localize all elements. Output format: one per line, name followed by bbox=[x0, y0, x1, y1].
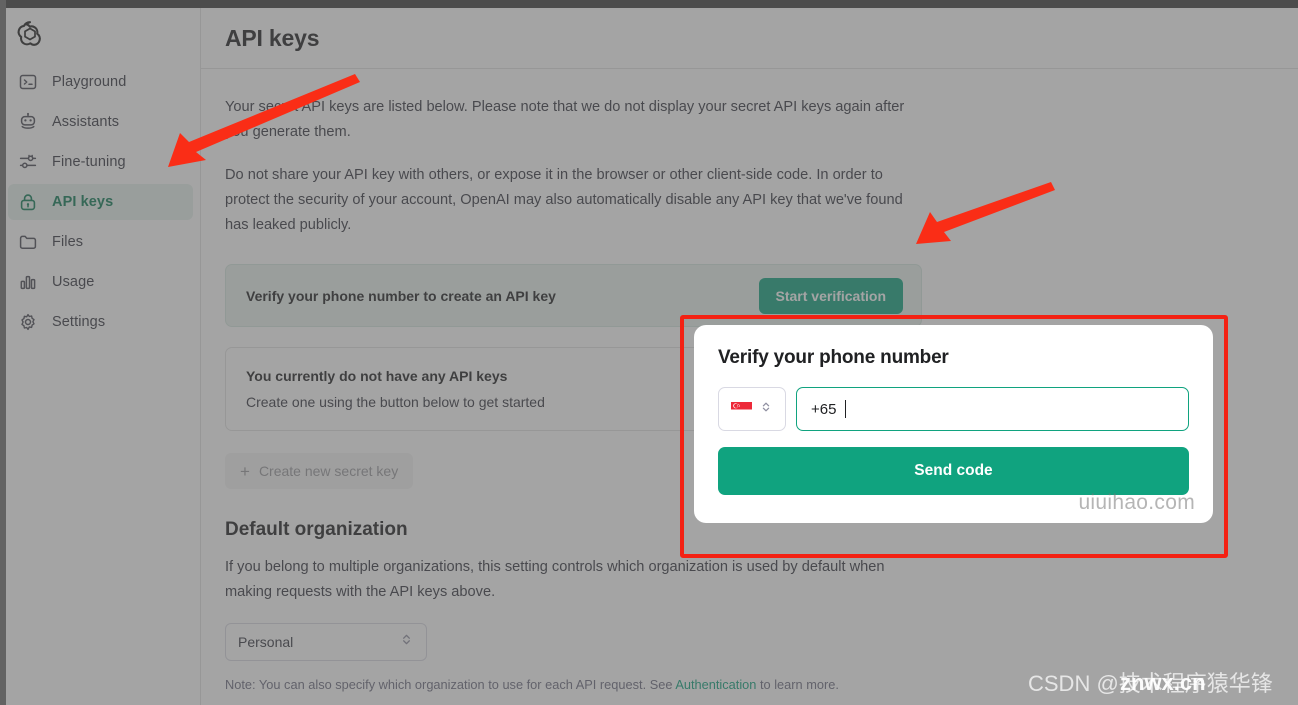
start-verification-button[interactable]: Start verification bbox=[758, 277, 903, 314]
singapore-flag-icon bbox=[731, 401, 752, 417]
intro-paragraph-1: Your secret API keys are listed below. P… bbox=[225, 99, 905, 140]
intro-paragraph-2: Do not share your API key with others, o… bbox=[225, 167, 903, 233]
note-suffix: to learn more. bbox=[756, 677, 839, 692]
default-organization-select[interactable]: Personal bbox=[225, 623, 427, 661]
screenshot-root: Playground Assistants Fine-tuning API ke… bbox=[0, 0, 1298, 705]
robot-icon bbox=[18, 112, 38, 132]
phone-entry-row: +65 bbox=[718, 387, 1189, 431]
sidebar-item-settings[interactable]: Settings bbox=[8, 304, 193, 340]
sidebar-item-assistants[interactable]: Assistants bbox=[8, 104, 193, 140]
folder-icon bbox=[18, 232, 38, 252]
sidebar-item-label: Files bbox=[52, 234, 84, 250]
verify-banner-text: Verify your phone number to create an AP… bbox=[246, 287, 556, 304]
openai-logo[interactable] bbox=[14, 18, 46, 50]
sidebar-item-label: Usage bbox=[52, 274, 95, 290]
sidebar-item-label: API keys bbox=[52, 194, 114, 210]
sidebar-item-label: Playground bbox=[52, 74, 127, 90]
sidebar-item-label: Assistants bbox=[52, 114, 120, 130]
modal-watermark: uiuihao.com bbox=[1078, 491, 1195, 514]
plus-icon: + bbox=[240, 461, 250, 481]
chevron-updown-icon bbox=[399, 632, 414, 652]
authentication-link[interactable]: Authentication bbox=[675, 677, 756, 692]
page-title: API keys bbox=[225, 24, 320, 51]
sidebar-item-usage[interactable]: Usage bbox=[8, 264, 193, 300]
create-new-secret-key-button[interactable]: + Create new secret key bbox=[225, 453, 414, 489]
note-prefix: Note: You can also specify which organiz… bbox=[225, 677, 676, 692]
modal-title: Verify your phone number bbox=[718, 347, 949, 368]
sidebar-item-fine-tuning[interactable]: Fine-tuning bbox=[8, 144, 193, 180]
organization-note: Note: You can also specify which organiz… bbox=[225, 677, 922, 692]
sidebar-item-files[interactable]: Files bbox=[8, 224, 193, 260]
chevron-updown-icon bbox=[759, 400, 773, 419]
verify-phone-modal: Verify your phone number +65 Send code u… bbox=[694, 325, 1213, 523]
sidebar: Playground Assistants Fine-tuning API ke… bbox=[0, 8, 201, 705]
sliders-icon bbox=[18, 152, 38, 172]
gear-icon bbox=[18, 312, 38, 332]
top-edge-strip bbox=[0, 0, 1298, 8]
phone-number-value: +65 bbox=[811, 400, 837, 418]
sidebar-nav: Playground Assistants Fine-tuning API ke… bbox=[8, 64, 193, 344]
default-organization-description: If you belong to multiple organizations,… bbox=[225, 559, 885, 600]
sidebar-item-api-keys[interactable]: API keys bbox=[8, 184, 193, 220]
phone-number-input[interactable]: +65 bbox=[796, 387, 1189, 431]
sidebar-item-label: Settings bbox=[52, 314, 106, 330]
default-organization-value: Personal bbox=[238, 634, 294, 650]
chart-bar-icon bbox=[18, 272, 38, 292]
verify-phone-banner: Verify your phone number to create an AP… bbox=[225, 264, 922, 327]
left-edge-strip bbox=[0, 0, 6, 705]
sidebar-item-playground[interactable]: Playground bbox=[8, 64, 193, 100]
text-cursor bbox=[845, 400, 847, 418]
terminal-icon bbox=[18, 72, 38, 92]
country-code-select[interactable] bbox=[718, 387, 786, 431]
send-code-button[interactable]: Send code bbox=[718, 447, 1189, 495]
create-key-label: Create new secret key bbox=[258, 463, 399, 479]
znwx-watermark: znwx.cn bbox=[1120, 670, 1206, 695]
sidebar-item-label: Fine-tuning bbox=[52, 154, 126, 170]
page-header: API keys bbox=[201, 8, 1298, 69]
lock-icon bbox=[18, 192, 38, 212]
